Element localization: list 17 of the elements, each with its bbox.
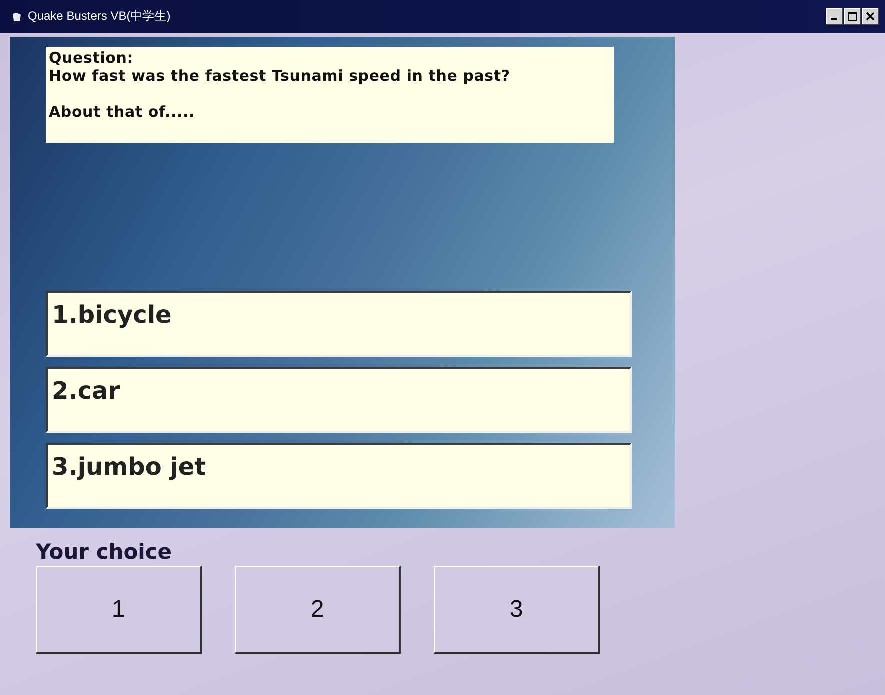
window-title: Quake Busters VB(中学生) <box>28 8 172 25</box>
app-icon <box>12 12 22 22</box>
answer-option: 2.car <box>46 367 632 433</box>
question-text: How fast was the fastest Tsunami speed in the past? <box>49 67 512 85</box>
maximize-button[interactable] <box>844 8 861 25</box>
choice-button[interactable]: 2 <box>235 566 401 654</box>
answer-option: 1.bicycle <box>46 291 632 357</box>
maximize-icon <box>848 12 857 21</box>
choice-button[interactable]: 1 <box>36 566 202 654</box>
minimize-button[interactable] <box>826 8 843 25</box>
choice-label: Your choice <box>36 540 174 564</box>
close-icon <box>866 12 875 21</box>
answer-option: 3.jumbo jet <box>46 443 632 509</box>
question-heading: Question: <box>49 49 135 67</box>
choice-button[interactable]: 3 <box>434 566 600 654</box>
close-button[interactable] <box>862 8 879 25</box>
question-lead-in: About that of..... <box>49 103 196 121</box>
